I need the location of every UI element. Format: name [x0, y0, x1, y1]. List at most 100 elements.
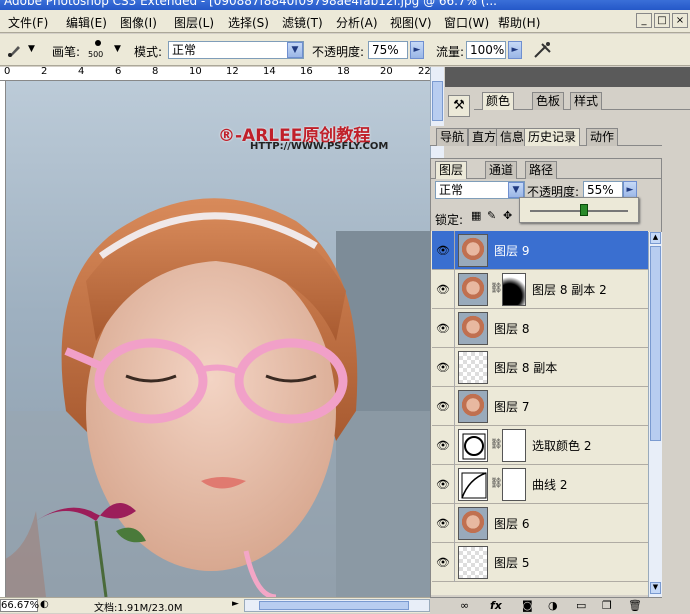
divider	[454, 504, 455, 543]
dock-header	[445, 67, 690, 87]
tool-preset-chevron-icon[interactable]: ▼	[28, 44, 35, 54]
divider	[454, 465, 455, 504]
layer-row[interactable]: 👁 图层 7	[432, 387, 648, 426]
hscroll-thumb[interactable]	[259, 601, 409, 610]
layer-mask-thumbnail[interactable]	[502, 468, 526, 501]
layer-row[interactable]: 👁 图层 6	[432, 504, 648, 543]
visibility-eye-icon[interactable]: 👁	[436, 556, 450, 569]
menu-layer[interactable]: 图层(L)	[174, 14, 214, 31]
menu-help[interactable]: 帮助(H)	[498, 14, 540, 31]
trash-icon[interactable]: 🗑	[628, 599, 642, 612]
ruler-tick: 4	[78, 67, 85, 77]
document-canvas[interactable]: ®-ARLEE原创教程 HTTP://WWW.PSFLY.COM	[6, 81, 430, 597]
blend-mode-select[interactable]: 正常 ▼	[435, 181, 525, 199]
chain-link-icon[interactable]: ⛓	[490, 478, 503, 489]
lock-paint-icon[interactable]: ✎	[487, 209, 496, 222]
layer-row[interactable]: 👁 图层 9	[432, 231, 648, 270]
chevron-down-icon: ▼	[508, 182, 524, 198]
brush-picker-chevron-icon[interactable]: ▼	[114, 44, 121, 54]
tab-swatches[interactable]: 色板	[532, 92, 565, 110]
layer-mask-thumbnail[interactable]	[502, 429, 526, 462]
chain-link-icon[interactable]: ⛓	[490, 439, 503, 450]
layers-scrollbar[interactable]: ▲ ▼	[648, 232, 662, 597]
title-bar: Adobe Photoshop CS3 Extended - [090887f8…	[0, 0, 690, 10]
group-icon[interactable]: ▭	[576, 599, 586, 612]
layer-row[interactable]: 👁 图层 5	[432, 543, 648, 582]
visibility-eye-icon[interactable]: 👁	[436, 361, 450, 374]
visibility-eye-icon[interactable]: 👁	[436, 322, 450, 335]
menu-edit[interactable]: 编辑(E)	[66, 14, 107, 31]
layer-mask-thumbnail[interactable]	[502, 273, 526, 306]
lock-move-icon[interactable]: ✥	[503, 209, 512, 222]
menu-view[interactable]: 视图(V)	[390, 14, 432, 31]
new-layer-icon[interactable]: ❐	[602, 599, 612, 612]
scroll-thumb[interactable]	[432, 81, 443, 121]
link-icon[interactable]: ∞	[460, 599, 469, 612]
visibility-eye-icon[interactable]: 👁	[436, 400, 450, 413]
status-arrow-icon[interactable]: ►	[232, 599, 239, 609]
zoom-field[interactable]: 66.67%	[0, 599, 39, 612]
tab-history[interactable]: 历史记录	[524, 128, 581, 146]
restore-button[interactable]: □	[654, 13, 670, 28]
options-bar: ▼ 画笔: 500 ▼ 模式: 正常 ▼ 不透明度: 75% ► 流量: 100…	[0, 34, 690, 66]
menu-select[interactable]: 选择(S)	[228, 14, 269, 31]
status-icon[interactable]: ◐	[40, 599, 49, 610]
brush-tool-icon[interactable]	[6, 42, 24, 58]
menu-image[interactable]: 图像(I)	[120, 14, 157, 31]
opacity-input[interactable]: 75%	[368, 41, 408, 59]
menu-file[interactable]: 文件(F)	[8, 14, 48, 31]
opacity-arrow-icon[interactable]: ►	[410, 41, 424, 59]
ruler-tick: 22	[418, 67, 430, 77]
fx-icon[interactable]: fx	[490, 599, 502, 612]
minimize-button[interactable]: _	[636, 13, 652, 28]
tab-actions[interactable]: 动作	[586, 128, 619, 146]
opacity-slider-popup[interactable]	[519, 197, 639, 223]
tab-paths[interactable]: 路径	[525, 161, 558, 179]
status-bar: 66.67% ◐ 文档:1.91M/23.0M ►	[0, 597, 445, 614]
adjustment-icon[interactable]: ◑	[548, 599, 558, 612]
scroll-down-icon[interactable]: ▼	[650, 582, 661, 594]
airbrush-icon[interactable]	[532, 40, 554, 60]
portrait-photo	[6, 198, 430, 597]
menu-analysis[interactable]: 分析(A)	[336, 14, 378, 31]
layer-name: 图层 8	[494, 322, 530, 336]
tab-navigator[interactable]: 导航	[436, 128, 469, 146]
visibility-eye-icon[interactable]: 👁	[436, 478, 450, 491]
opacity-label: 不透明度:	[312, 45, 365, 59]
layer-name: 选取颜色 2	[532, 439, 592, 453]
visibility-eye-icon[interactable]: 👁	[436, 517, 450, 530]
tab-color[interactable]: 颜色	[482, 92, 515, 110]
tab-layers[interactable]: 图层	[435, 161, 468, 179]
ruler-tick: 18	[337, 67, 350, 77]
layer-row[interactable]: 👁 ⛓ 曲线 2	[432, 465, 648, 504]
layer-row[interactable]: 👁 ⛓ 选取颜色 2	[432, 426, 648, 465]
layer-row[interactable]: 👁 图层 8 副本	[432, 348, 648, 387]
flow-input[interactable]: 100%	[466, 41, 506, 59]
layer-row[interactable]: 👁 ⛓ 图层 8 副本 2	[432, 270, 648, 309]
layers-scroll-thumb[interactable]	[650, 246, 661, 441]
flow-arrow-icon[interactable]: ►	[508, 41, 522, 59]
menu-filter[interactable]: 滤镜(T)	[282, 14, 323, 31]
layer-row[interactable]: 👁 图层 8	[432, 309, 648, 348]
layer-name: 图层 8 副本	[494, 361, 558, 375]
visibility-eye-icon[interactable]: 👁	[436, 244, 450, 257]
layer-thumbnail	[458, 546, 488, 579]
brush-preview[interactable]: 500	[86, 38, 112, 62]
visibility-eye-icon[interactable]: 👁	[436, 439, 450, 452]
slider-thumb[interactable]	[580, 204, 588, 216]
ruler-tick: 0	[4, 67, 11, 77]
tab-channels[interactable]: 通道	[485, 161, 518, 179]
mode-select[interactable]: 正常 ▼	[168, 41, 304, 59]
scroll-up-icon[interactable]: ▲	[650, 232, 661, 244]
chain-link-icon[interactable]: ⛓	[490, 283, 503, 294]
tab-styles[interactable]: 样式	[570, 92, 603, 110]
horizontal-scrollbar[interactable]	[244, 599, 430, 612]
close-button[interactable]: ×	[672, 13, 688, 28]
visibility-eye-icon[interactable]: 👁	[436, 283, 450, 296]
lock-transparency-icon[interactable]: ▦	[471, 209, 481, 222]
mask-icon[interactable]: ◙	[522, 599, 533, 612]
menu-window[interactable]: 窗口(W)	[444, 14, 489, 31]
layer-name: 图层 8 副本 2	[532, 283, 607, 297]
brush-size: 500	[88, 50, 104, 59]
tools-icon[interactable]: ⚒	[448, 95, 470, 117]
